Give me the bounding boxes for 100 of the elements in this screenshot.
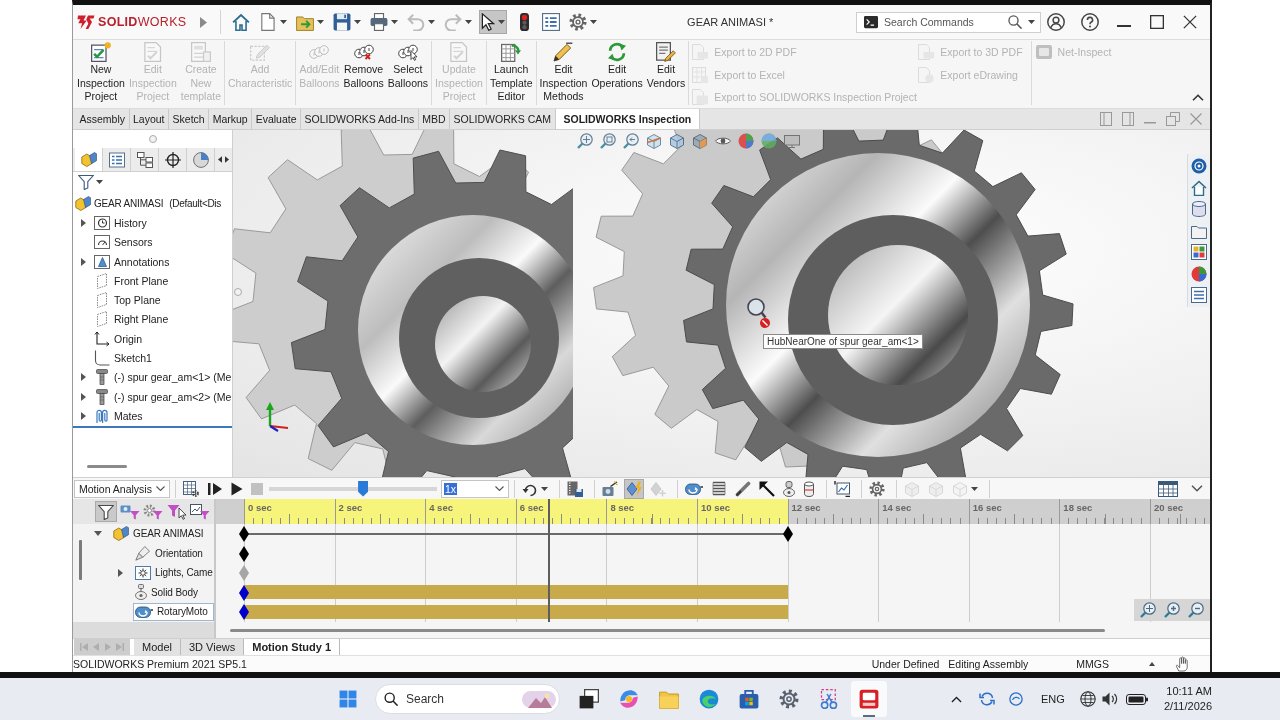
tree-item[interactable]: Right Plane — [114, 313, 169, 326]
command-tab[interactable]: Sketch — [169, 109, 210, 129]
key-point-icon[interactable] — [239, 584, 249, 601]
toolbar-button[interactable] — [479, 10, 508, 34]
palette-icon[interactable] — [1191, 244, 1207, 260]
battery-icon[interactable] — [1125, 693, 1148, 705]
study-type-dropdown[interactable]: Motion Analysis — [74, 479, 170, 498]
splitter-handle-icon[interactable] — [234, 288, 242, 296]
tree-item[interactable]: History — [114, 216, 147, 229]
command-tab[interactable]: MBD — [418, 109, 451, 129]
tree-item[interactable]: Lights, Came — [133, 563, 214, 582]
expander-icon[interactable] — [80, 392, 86, 401]
slider-thumb[interactable] — [358, 480, 369, 497]
command-tab[interactable]: SOLIDWORKS CAM — [450, 109, 556, 129]
tree-item[interactable]: Origin — [114, 332, 142, 345]
search-input[interactable]: Search — [406, 691, 514, 707]
key-point-icon[interactable] — [239, 604, 249, 620]
tree-item[interactable]: Mates — [114, 409, 143, 422]
expander-icon[interactable] — [94, 531, 102, 537]
toolbar-button[interactable] — [518, 10, 532, 34]
cube-icon[interactable] — [669, 133, 685, 149]
study-tab[interactable]: 3D Views — [180, 639, 245, 655]
speed-dropdown[interactable]: 1x — [441, 479, 509, 498]
tree-item[interactable]: Solid Body — [133, 583, 214, 602]
study-tab[interactable]: Model — [134, 639, 181, 655]
zoom-fit-icon[interactable] — [577, 133, 593, 149]
filter-button[interactable] — [189, 501, 211, 522]
ribbon-button[interactable]: Edit Vendors — [644, 41, 688, 105]
tree-item[interactable]: GEAR ANIMASI — [94, 198, 164, 210]
tree-item[interactable]: GEAR ANIMASI — [111, 524, 214, 543]
command-tab[interactable]: Evaluate — [252, 109, 302, 129]
filter-icon[interactable] — [78, 174, 94, 190]
section-view-icon[interactable] — [646, 133, 662, 149]
zoom-area-icon[interactable] — [600, 133, 616, 149]
tree-item[interactable]: Annotations — [114, 255, 170, 268]
cylinder-icon[interactable] — [1191, 201, 1207, 217]
key-point-icon[interactable] — [239, 526, 249, 542]
globe-icon[interactable] — [1079, 691, 1096, 707]
tree-item[interactable]: Top Plane — [114, 294, 161, 307]
zoom-fit-icon[interactable] — [1140, 602, 1156, 618]
tile-left-icon[interactable] — [1100, 112, 1112, 126]
browser-icon[interactable] — [1009, 692, 1023, 706]
help-icon[interactable] — [1081, 13, 1099, 31]
sync-icon[interactable] — [979, 691, 995, 707]
ribbon-button[interactable]: Edit Inspection Methods — [537, 41, 590, 105]
rollback-bar[interactable] — [73, 425, 232, 428]
language-indicator[interactable]: ENG — [1041, 693, 1065, 705]
calendar-grid-icon[interactable] — [1158, 480, 1178, 497]
toolbar-button[interactable] — [801, 478, 817, 499]
cube-icon[interactable] — [692, 133, 708, 149]
command-tab[interactable]: Markup — [209, 109, 253, 129]
ribbon-button[interactable]: New Inspection Project — [75, 41, 127, 105]
filter-button[interactable] — [95, 501, 117, 522]
expander-icon[interactable] — [80, 373, 86, 382]
search-field[interactable]: Search — [375, 684, 560, 714]
maximize-icon[interactable] — [1150, 15, 1164, 29]
search-field[interactable]: Search Commands — [856, 11, 1041, 33]
disc-icon[interactable] — [1191, 158, 1207, 174]
key-point-icon[interactable] — [782, 526, 793, 542]
zoom-in-icon[interactable] — [1164, 602, 1180, 618]
graphics-area[interactable]: HubNearOne of spur gear_am<1> — [233, 130, 1210, 477]
chevron-up-icon[interactable] — [1192, 94, 1204, 101]
monitor-icon[interactable] — [784, 134, 800, 148]
sphere-icon[interactable] — [761, 133, 777, 149]
scroll-right-icon[interactable] — [225, 156, 229, 163]
tree-item[interactable]: Sketch1 — [114, 352, 152, 364]
toolbar-button[interactable] — [832, 478, 852, 499]
user-icon[interactable] — [1047, 13, 1065, 31]
sphere-icon[interactable] — [1191, 265, 1207, 282]
scroll-left-icon[interactable] — [218, 156, 222, 163]
close-icon[interactable] — [1183, 15, 1197, 29]
ribbon-button[interactable]: Select Balloons — [385, 41, 431, 105]
ribbon-button[interactable]: Edit Operations — [589, 41, 645, 105]
speaker-icon[interactable] — [1101, 691, 1118, 707]
chevron-up-icon[interactable] — [951, 695, 962, 703]
tree-item[interactable]: RotaryMoto — [133, 602, 214, 621]
list-icon[interactable] — [1191, 287, 1207, 303]
chevron-down-icon[interactable] — [1191, 485, 1203, 492]
hand-icon[interactable] — [1175, 656, 1190, 672]
clock-time[interactable]: 10:11 AM — [1166, 684, 1212, 699]
units-button[interactable]: MMGS — [1076, 658, 1109, 670]
tree-item[interactable]: (-) spur gear_am<2> (Me — [114, 390, 232, 403]
ribbon-button[interactable]: Remove Balloons — [341, 41, 386, 105]
tree-item[interactable]: Front Plane — [114, 274, 169, 287]
expander-icon[interactable] — [80, 218, 86, 227]
tile-right-icon[interactable] — [1122, 112, 1134, 126]
toolbar-button[interactable] — [181, 478, 201, 499]
tree-item[interactable]: Sensors — [114, 236, 153, 249]
tree-item[interactable]: Orientation — [133, 544, 214, 563]
search-input[interactable]: Search Commands — [884, 14, 1002, 30]
caret-up-icon[interactable] — [1149, 662, 1155, 666]
scrollbar-thumb[interactable] — [79, 540, 82, 580]
caret-right-icon[interactable] — [200, 16, 208, 28]
ribbon-button[interactable]: Launch Template Editor — [487, 41, 535, 105]
expander-icon[interactable] — [80, 257, 86, 266]
house-icon[interactable] — [1191, 179, 1207, 196]
tree-item[interactable]: (-) spur gear_am<1> (Me — [114, 371, 232, 384]
caret-down-icon[interactable] — [96, 180, 103, 184]
clock-date[interactable]: 2/11/2026 — [1163, 699, 1212, 714]
expander-icon[interactable] — [117, 568, 123, 577]
